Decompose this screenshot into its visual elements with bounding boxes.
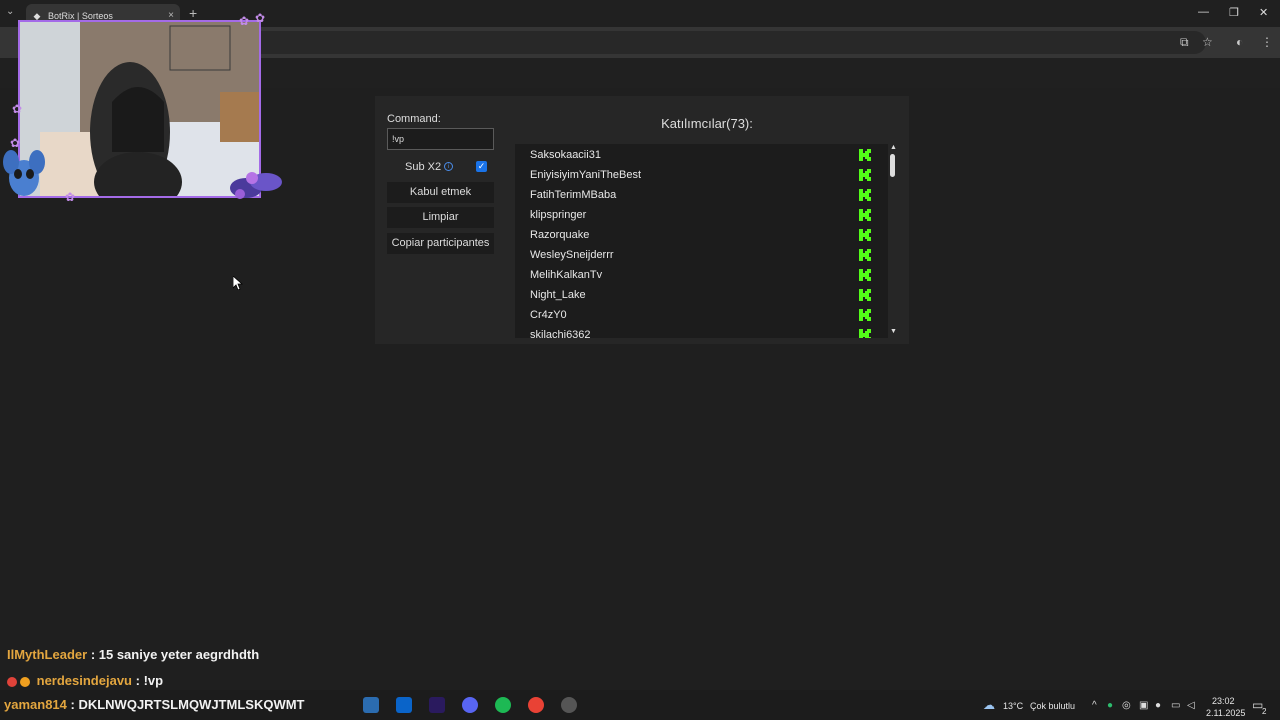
outlook-app-icon[interactable] <box>396 697 412 713</box>
clock-time[interactable]: 23:02 <box>1212 696 1235 706</box>
chat-message: nerdesindejavu : !vp <box>7 673 163 688</box>
obs-app-icon[interactable] <box>561 697 577 713</box>
ticker-message: : DKLNWQJRTSLMQWJTMLSKQWMT <box>70 697 305 712</box>
tab-title: BotRix | Sorteos <box>48 10 113 21</box>
participants-scrollbar[interactable]: ▲ ▼ <box>888 144 898 338</box>
botrix-favicon-icon: ◆ <box>33 10 41 21</box>
tray-chevron-up-icon[interactable]: ^ <box>1092 700 1097 711</box>
kick-icon <box>859 289 871 301</box>
tray-device-icon[interactable]: ▣ <box>1139 700 1148 711</box>
kick-icon <box>859 149 871 161</box>
spotify-app-icon[interactable] <box>495 697 511 713</box>
stitch-sticker-icon <box>3 150 45 196</box>
kick-icon <box>859 209 871 221</box>
browser-menu-icon[interactable]: ⋮ <box>1261 35 1273 49</box>
notification-count: 2 <box>1262 707 1267 716</box>
volume-icon[interactable]: ◁ <box>1187 700 1195 711</box>
sub-x2-row: Sub X2 i ✓ <box>387 159 494 175</box>
participants-title: Katılımcılar(73): <box>661 116 753 131</box>
giveaway-panel: Command: Sub X2 i ✓ Kabul etmek Limpiar … <box>375 96 909 344</box>
chat-text: : !vp <box>135 673 164 688</box>
tab-search-icon[interactable]: ⌄ <box>6 6 14 17</box>
chat-badges-icon <box>7 676 30 687</box>
steam-tray-icon[interactable]: ◎ <box>1122 700 1131 711</box>
kick-icon <box>859 229 871 241</box>
participant-name: Saksokaacii31 <box>530 149 601 161</box>
chrome-app-icon[interactable] <box>528 697 544 713</box>
sub-x2-checkbox[interactable]: ✓ <box>476 161 487 172</box>
discord-app-icon[interactable] <box>462 697 478 713</box>
translate-icon[interactable]: ⧉ <box>1180 35 1189 50</box>
participant-name: Razorquake <box>530 229 590 241</box>
new-tab-button[interactable]: + <box>189 5 197 21</box>
microphone-icon[interactable]: ● <box>1155 700 1161 711</box>
chat-ticker: yaman814 : DKLNWQJRTSLMQWJTMLSKQWMT <box>4 697 304 712</box>
scroll-thumb[interactable] <box>890 154 895 177</box>
profile-icon[interactable]: ◐ <box>1236 35 1243 49</box>
store-app-icon[interactable] <box>363 697 379 713</box>
close-window-button[interactable]: ✕ <box>1259 6 1268 19</box>
premiere-app-icon[interactable] <box>429 697 445 713</box>
command-label: Command: <box>387 113 441 125</box>
bookmark-star-icon[interactable]: ☆ <box>1202 35 1213 49</box>
tray-app-icon[interactable]: ● <box>1107 700 1113 711</box>
participant-name: WesleySneijderrr <box>530 249 614 261</box>
flower-decoration-icon: ✿ <box>12 102 23 116</box>
webcam-overlay <box>18 20 261 198</box>
participant-name: FatihTerimMBaba <box>530 189 617 201</box>
participant-name: klipspringer <box>530 209 587 221</box>
flower-decoration-icon: ✿ <box>239 14 250 28</box>
webcam-feed <box>20 22 259 196</box>
kick-icon <box>859 309 871 321</box>
kick-icon <box>859 329 871 338</box>
kick-icon <box>859 189 871 201</box>
clock-date[interactable]: 2.11.2025 <box>1206 708 1245 718</box>
flower-decoration-icon: ✿ <box>65 190 76 204</box>
participant-name: Night_Lake <box>530 289 586 301</box>
participants-list[interactable]: Saksokaacii31 EniyisiyimYaniTheBest FatihT… <box>515 144 888 338</box>
weather-description[interactable]: Çok bulutlu <box>1030 701 1075 711</box>
accept-button[interactable]: Kabul etmek <box>387 182 494 203</box>
chat-username: IlMythLeader <box>7 647 88 662</box>
sub-x2-label: Sub X2 <box>405 161 442 173</box>
weather-cloud-icon[interactable]: ☁ <box>983 698 995 712</box>
clear-button[interactable]: Limpiar <box>387 207 494 228</box>
leaves-decoration-icon <box>230 172 282 199</box>
windows-taskbar: yaman814 : DKLNWQJRTSLMQWJTMLSKQWMT ☁ 13… <box>0 690 1280 720</box>
participant-name: EniyisiyimYaniTheBest <box>530 169 642 181</box>
scroll-up-arrow-icon[interactable]: ▲ <box>890 144 897 151</box>
copy-participants-button[interactable]: Copiar participantes <box>387 233 494 254</box>
participant-name: skilachi6362 <box>530 329 591 338</box>
kick-icon <box>859 269 871 281</box>
chat-message: IlMythLeader : 15 saniye yeter aegrdhdth <box>7 647 259 662</box>
participant-name: Cr4zY0 <box>530 309 567 321</box>
flower-decoration-icon: ✿ <box>255 11 266 25</box>
chat-text: : 15 saniye yeter aegrdhdth <box>90 647 260 662</box>
kick-icon <box>859 249 871 261</box>
network-icon[interactable]: ▭ <box>1171 700 1180 711</box>
info-icon[interactable]: i <box>444 162 453 171</box>
kick-icon <box>859 169 871 181</box>
minimize-button[interactable]: — <box>1198 6 1209 18</box>
mouse-cursor-icon <box>233 276 243 290</box>
ticker-username: yaman814 <box>4 697 67 712</box>
command-input[interactable] <box>387 128 494 150</box>
participant-name: MelihKalkanTv <box>530 269 603 281</box>
restore-button[interactable]: ❐ <box>1229 6 1239 19</box>
weather-temp[interactable]: 13°C <box>1003 701 1023 711</box>
chat-username: nerdesindejavu <box>36 673 132 688</box>
scroll-down-arrow-icon[interactable]: ▼ <box>890 328 897 335</box>
